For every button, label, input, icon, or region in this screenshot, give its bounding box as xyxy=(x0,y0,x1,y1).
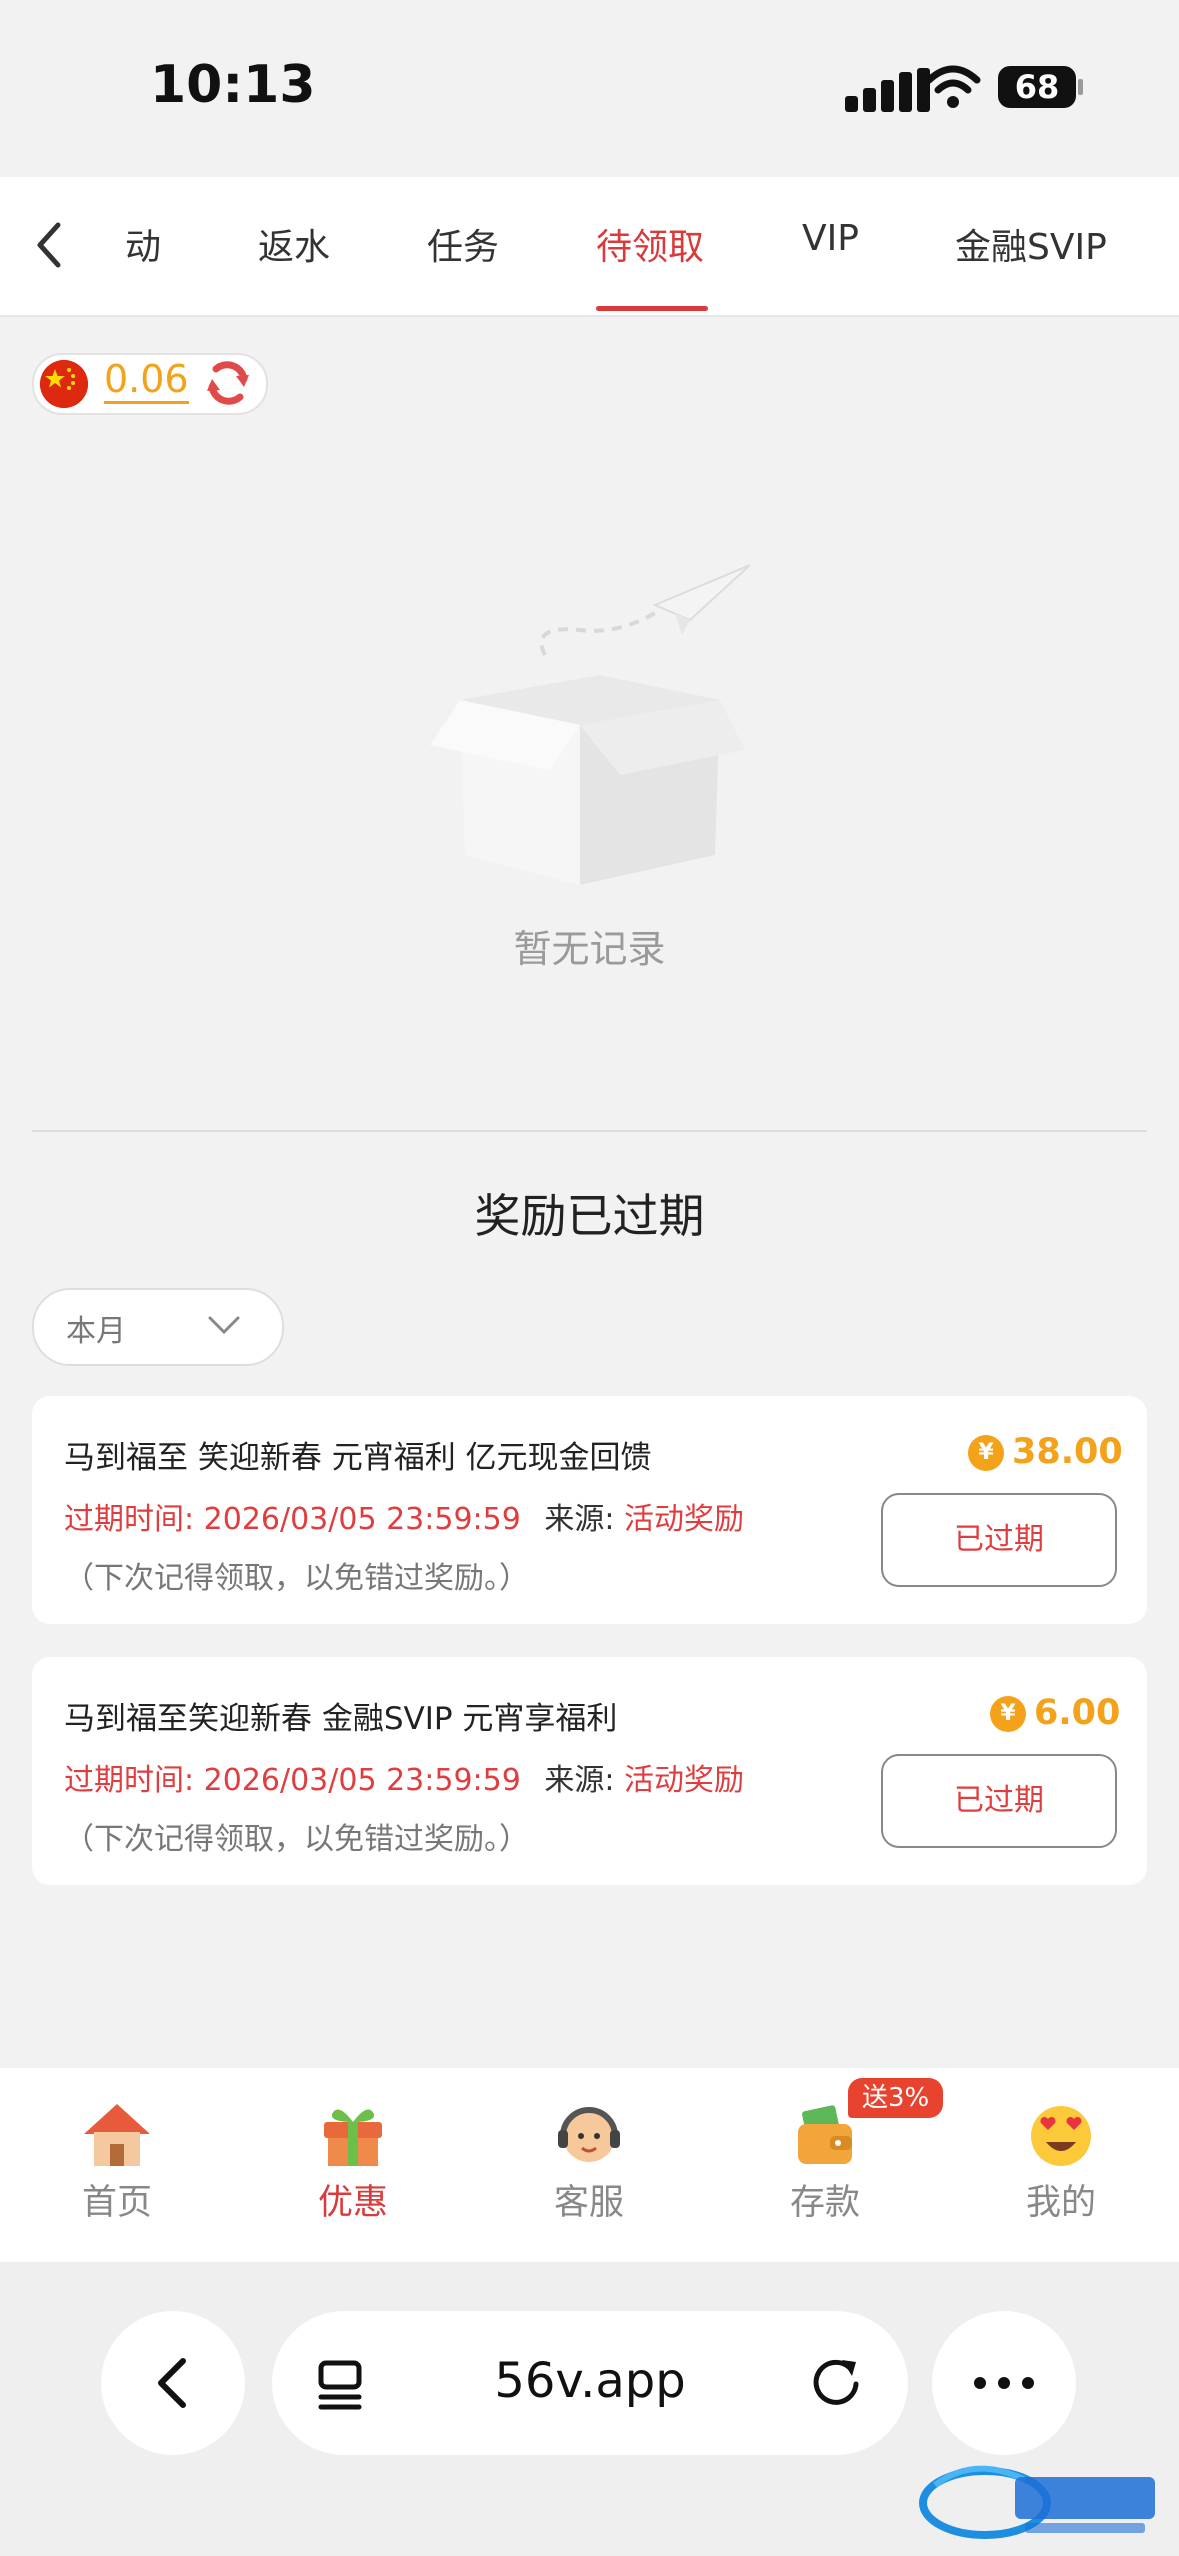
heart-eyes-face-icon[interactable] xyxy=(1026,2100,1096,2170)
back-chevron-icon xyxy=(158,2358,186,2408)
wifi-icon xyxy=(925,65,981,108)
reward-note: （下次记得领取，以免错过奖励。） xyxy=(64,1822,529,1857)
house-icon[interactable] xyxy=(82,2100,152,2170)
battery-cap xyxy=(1078,79,1083,95)
tab-finance-svip[interactable]: 金融SVIP xyxy=(955,218,1107,270)
expired-button[interactable]: 已过期 xyxy=(881,1754,1117,1848)
coin-icon: ¥ xyxy=(990,1696,1026,1732)
reward-expire-time: 过期时间: 2026/03/05 23:59:59 来源: 活动奖励 xyxy=(64,1755,744,1799)
reward-amount: 6.00 xyxy=(1034,1693,1121,1733)
status-time: 10:13 xyxy=(150,55,316,115)
reward-note: （下次记得领取，以免错过奖励。） xyxy=(64,1561,529,1596)
month-filter-value: 本月 xyxy=(66,1314,126,1349)
china-flag-icon xyxy=(40,360,88,408)
nav-mine-label[interactable]: 我的 xyxy=(981,2174,1141,2225)
watermark-logo xyxy=(919,2465,1155,2539)
browser-back-button[interactable] xyxy=(101,2311,245,2455)
source-label: 来源: xyxy=(544,1763,615,1798)
expired-button[interactable]: 已过期 xyxy=(881,1493,1117,1587)
empty-box-illustration xyxy=(430,564,750,885)
expire-time-label: 过期时间: 2026/03/05 23:59:59 xyxy=(64,1502,521,1537)
battery-indicator: 68 xyxy=(998,66,1076,108)
active-tab-indicator xyxy=(596,306,708,311)
empty-state-text: 暂无记录 xyxy=(513,927,666,971)
gift-icon[interactable] xyxy=(318,2100,388,2170)
reward-expire-time: 过期时间: 2026/03/05 23:59:59 来源: 活动奖励 xyxy=(64,1494,744,1538)
source-value: 活动奖励 xyxy=(624,1763,745,1798)
source-value: 活动奖励 xyxy=(624,1502,745,1537)
reload-icon[interactable] xyxy=(806,2352,866,2412)
tab-pending-claim[interactable]: 待领取 xyxy=(596,218,704,270)
reward-title: 马到福至笑迎新春 金融SVIP 元宵享福利 xyxy=(64,1701,618,1737)
nav-service-label[interactable]: 客服 xyxy=(509,2174,669,2225)
cellular-signal-icon xyxy=(845,68,935,112)
balance-value[interactable]: 0.06 xyxy=(104,357,189,404)
chevron-down-icon xyxy=(208,1316,240,1335)
reward-title: 马到福至 笑迎新春 元宵福利 亿元现金回馈 xyxy=(64,1440,652,1476)
deposit-promo-badge: 送3% xyxy=(848,2078,944,2118)
expired-section-title: 奖励已过期 xyxy=(474,1189,705,1243)
coin-icon: ¥ xyxy=(968,1435,1004,1471)
browser-more-button[interactable] xyxy=(932,2311,1076,2455)
headset-agent-icon[interactable] xyxy=(554,2100,624,2170)
reward-amount: 38.00 xyxy=(1012,1432,1123,1472)
nav-home-label[interactable]: 首页 xyxy=(37,2174,197,2225)
expire-time-label: 过期时间: 2026/03/05 23:59:59 xyxy=(64,1763,521,1798)
back-chevron-icon[interactable] xyxy=(30,215,70,275)
nav-promo-label[interactable]: 优惠 xyxy=(273,2174,433,2225)
source-label: 来源: xyxy=(544,1502,615,1537)
tab-tasks[interactable]: 任务 xyxy=(427,218,499,270)
tab-activity[interactable]: 动 xyxy=(125,218,161,270)
nav-deposit-label[interactable]: 存款 xyxy=(745,2174,905,2225)
refresh-icon[interactable] xyxy=(202,357,254,409)
tab-rebate[interactable]: 返水 xyxy=(258,218,330,270)
more-dots-icon xyxy=(974,2377,1034,2389)
section-divider xyxy=(32,1130,1147,1132)
tab-vip[interactable]: VIP xyxy=(802,218,859,259)
